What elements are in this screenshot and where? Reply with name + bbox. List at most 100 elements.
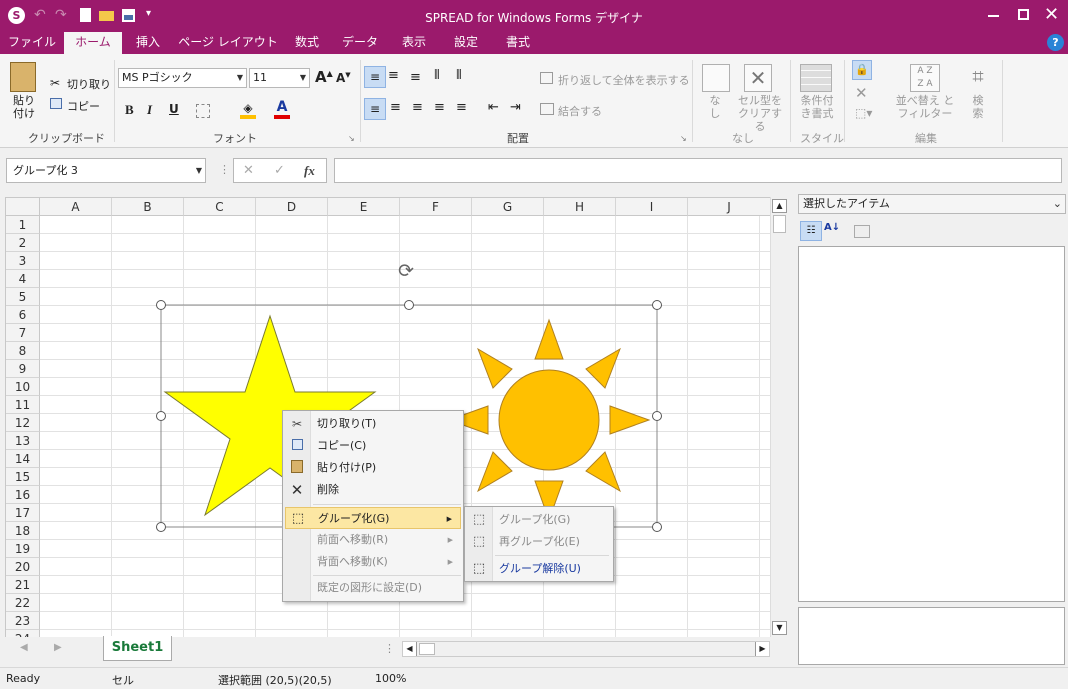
- align-bottom-icon[interactable]: ≡: [410, 70, 421, 85]
- menu-item-delete[interactable]: ✕ 削除: [285, 479, 461, 501]
- resize-handle[interactable]: [404, 300, 414, 310]
- scroll-right-button[interactable]: ▶: [755, 642, 769, 656]
- menu-item-send-backward[interactable]: 背面へ移動(K) ▶: [285, 551, 461, 573]
- cancel-icon[interactable]: ✕: [243, 163, 254, 178]
- scissors-icon: ✂: [291, 417, 303, 431]
- underline-button[interactable]: U: [169, 102, 179, 116]
- menu-item-set-default-shape[interactable]: 既定の図形に設定(D): [285, 577, 461, 599]
- resize-handle[interactable]: [156, 300, 166, 310]
- submenu-item-regroup[interactable]: ⬚ 再グループ化(E): [467, 531, 611, 553]
- cell-type-none-button[interactable]: なし: [708, 94, 722, 120]
- distributed-icon[interactable]: ≡: [456, 100, 467, 115]
- name-box[interactable]: グループ化 3 ▼: [6, 158, 206, 183]
- close-button[interactable]: ✕: [1044, 4, 1059, 25]
- align-center-icon[interactable]: ≡: [390, 100, 401, 115]
- regroup-icon: ⬚: [472, 534, 486, 549]
- grow-font-icon[interactable]: A▲: [315, 68, 333, 86]
- font-color-icon[interactable]: A: [274, 99, 290, 119]
- menu-item-label: 前面へ移動(R): [317, 533, 389, 546]
- resize-handle[interactable]: [652, 300, 662, 310]
- resize-handle[interactable]: [156, 522, 166, 532]
- hscroll-thumb[interactable]: [419, 643, 435, 655]
- horizontal-scrollbar[interactable]: ◀ ▶: [402, 641, 770, 657]
- submenu-item-label: グループ解除(U): [499, 562, 581, 575]
- dialog-launcher-icon[interactable]: ↘: [680, 134, 687, 143]
- menu-item-cut[interactable]: ✂ 切り取り(T): [285, 413, 461, 435]
- status-zoom[interactable]: 100%: [375, 672, 406, 685]
- find-button[interactable]: 検 索: [966, 94, 990, 120]
- fill-color-icon[interactable]: ◈: [240, 101, 256, 119]
- last-sheet-icon[interactable]: ▶: [54, 642, 62, 653]
- sun-shape[interactable]: [447, 318, 651, 522]
- dialog-launcher-icon[interactable]: ↘: [348, 134, 355, 143]
- property-object-select[interactable]: 選択したアイテム ⌄: [798, 194, 1066, 214]
- menu-item-paste[interactable]: 貼り付け(P): [285, 457, 461, 479]
- clear-cell-type-button[interactable]: セル型を クリアする: [736, 94, 784, 133]
- align-middle-icon[interactable]: ≡: [388, 68, 399, 83]
- conditional-format-button[interactable]: 条件付 き書式: [794, 94, 840, 120]
- lock-icon[interactable]: 🔒: [852, 60, 872, 80]
- tab-data[interactable]: データ: [336, 32, 384, 54]
- menu-item-group[interactable]: ⬚ グループ化(G) ▶: [285, 507, 461, 529]
- sheet-tab-sheet1[interactable]: Sheet1: [103, 636, 172, 661]
- paste-button[interactable]: 貼り付け: [8, 94, 40, 120]
- bold-button[interactable]: B: [125, 102, 134, 118]
- tab-formulas[interactable]: 数式: [286, 32, 328, 54]
- menu-item-copy[interactable]: コピー(C): [285, 435, 461, 457]
- copy-button[interactable]: コピー: [67, 98, 100, 114]
- select-icon[interactable]: ⬚▾: [855, 106, 872, 120]
- first-sheet-icon[interactable]: ◀: [20, 642, 28, 653]
- resize-handle[interactable]: [156, 411, 166, 421]
- alphabetical-icon[interactable]: A↓: [824, 222, 840, 233]
- align-top-icon[interactable]: ≡: [364, 66, 386, 88]
- rotate-handle-icon[interactable]: ⟳: [398, 260, 414, 282]
- tab-view[interactable]: 表示: [392, 32, 436, 54]
- formula-input[interactable]: [334, 158, 1062, 183]
- property-pages-icon[interactable]: [854, 225, 870, 238]
- decrease-indent-icon[interactable]: ⇤: [488, 100, 499, 115]
- tab-home[interactable]: ホーム: [64, 32, 122, 54]
- tab-insert[interactable]: 挿入: [126, 32, 170, 54]
- tab-format[interactable]: 書式: [496, 32, 540, 54]
- align-right-icon[interactable]: ≡: [412, 100, 423, 115]
- submenu-item-ungroup[interactable]: ⬚ グループ解除(U): [467, 558, 611, 580]
- wrap-text-button[interactable]: 折り返して全体を表示する: [558, 72, 690, 88]
- merge-button[interactable]: 結合する: [558, 103, 602, 119]
- vertical-scrollbar[interactable]: ▲ ▼: [770, 197, 788, 637]
- maximize-button[interactable]: [1018, 9, 1029, 20]
- clear-icon[interactable]: ✕: [855, 84, 868, 102]
- scroll-thumb[interactable]: [773, 215, 786, 233]
- enter-icon[interactable]: ✓: [274, 163, 285, 178]
- property-grid[interactable]: [798, 246, 1065, 602]
- submenu-item-group[interactable]: ⬚ グループ化(G): [467, 509, 611, 531]
- scroll-up-button[interactable]: ▲: [772, 199, 787, 213]
- justify-icon[interactable]: ≡: [434, 100, 445, 115]
- help-icon[interactable]: ?: [1047, 34, 1064, 51]
- insert-function-button[interactable]: fx: [304, 163, 315, 179]
- font-name-select[interactable]: MS Pゴシック ▼: [118, 68, 247, 88]
- font-size-select[interactable]: 11 ▼: [249, 68, 310, 88]
- cut-button[interactable]: 切り取り: [67, 76, 111, 92]
- resize-handle[interactable]: [652, 522, 662, 532]
- vertical-text-icon[interactable]: ⦀: [434, 68, 440, 83]
- shrink-font-icon[interactable]: A▼: [336, 71, 351, 85]
- paste-icon[interactable]: [10, 62, 36, 92]
- categorized-icon[interactable]: ☷: [800, 221, 822, 241]
- align-left-icon[interactable]: ≡: [364, 98, 386, 120]
- sort-filter-button[interactable]: 並べ替え とフィルター: [892, 94, 958, 120]
- minimize-button[interactable]: [988, 15, 999, 17]
- tab-page-layout[interactable]: ページ レイアウト: [176, 32, 280, 54]
- border-icon[interactable]: [196, 104, 210, 118]
- scroll-down-button[interactable]: ▼: [772, 621, 787, 635]
- tab-splitter[interactable]: ⋮: [384, 642, 395, 655]
- formula-bar: グループ化 3 ▼ ⋮ ✕ ✓ fx: [0, 150, 1068, 192]
- increase-indent-icon[interactable]: ⇥: [510, 100, 521, 115]
- justify-vertical-icon[interactable]: ⦀: [456, 68, 462, 83]
- menu-item-bring-forward[interactable]: 前面へ移動(R) ▶: [285, 529, 461, 551]
- italic-button[interactable]: I: [147, 102, 152, 118]
- scroll-left-button[interactable]: ◀: [403, 642, 417, 656]
- tab-file[interactable]: ファイル: [4, 32, 60, 54]
- resize-handle[interactable]: [652, 411, 662, 421]
- splitter-dots[interactable]: ⋮: [219, 163, 230, 176]
- tab-settings[interactable]: 設定: [444, 32, 488, 54]
